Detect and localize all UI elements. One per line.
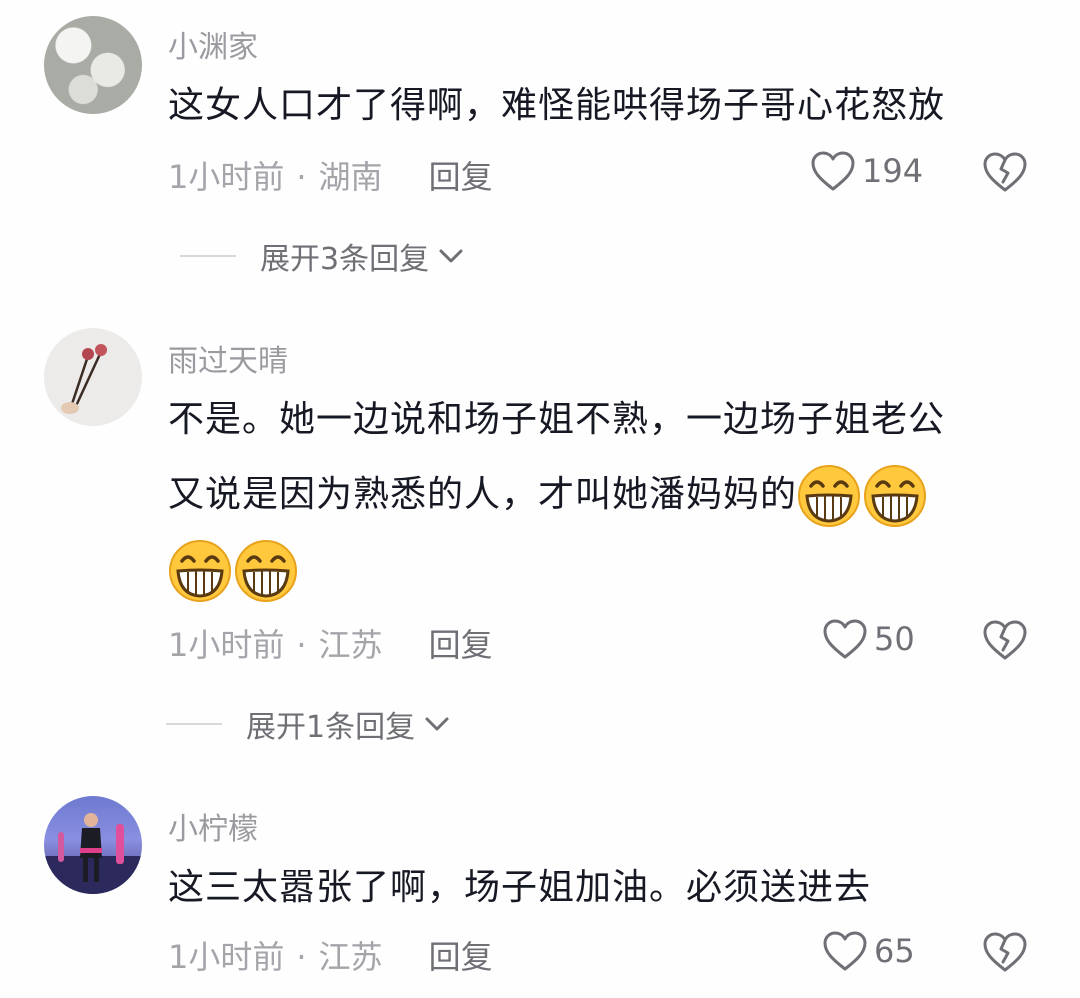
grinning-face-emoji — [235, 540, 297, 602]
heart-outline-icon — [811, 151, 855, 191]
like-count: 65 — [874, 932, 915, 970]
comment-item: 小柠檬 这三太嚣张了啊，场子姐加油。必须送进去 1小时前 · 江苏 回复 65 — [0, 770, 1080, 998]
meta-separator: · — [296, 626, 307, 664]
like-button[interactable]: 194 — [810, 150, 923, 192]
comment-text-line: 又说是因为熟悉的人，才叫她潘妈妈的 — [168, 457, 1048, 532]
avatar[interactable] — [44, 16, 142, 114]
like-count: 194 — [862, 152, 924, 190]
like-button[interactable]: 65 — [822, 930, 915, 972]
comment-text-fragment: 又说是因为熟悉的人，才叫她潘妈妈的 — [168, 474, 798, 515]
comment-meta: 1小时前 · 江苏 回复 — [168, 620, 493, 666]
comment-username[interactable]: 小柠檬 — [168, 804, 258, 848]
emoji-group — [863, 465, 929, 527]
emoji-group — [234, 540, 300, 602]
expand-divider — [180, 255, 236, 257]
dislike-button[interactable] — [982, 931, 1028, 977]
comment-time: 1小时前 — [168, 626, 285, 664]
dislike-button[interactable] — [982, 619, 1028, 665]
broken-heart-icon — [983, 620, 1027, 660]
avatar[interactable] — [44, 796, 142, 894]
comment-text-line — [168, 532, 1048, 607]
comment-time: 1小时前 — [168, 158, 285, 196]
dislike-button[interactable] — [982, 151, 1028, 197]
chevron-down-icon — [425, 717, 449, 731]
comment-text-line: 不是。她一边说和场子姐不熟，一边场子姐老公 — [168, 399, 946, 440]
grinning-face-emoji — [169, 540, 231, 602]
comment-location: 湖南 — [318, 158, 383, 196]
meta-separator: · — [296, 938, 307, 976]
reply-button[interactable]: 回复 — [429, 158, 493, 196]
chevron-down-icon — [439, 249, 463, 263]
expand-replies-button[interactable]: 展开3条回复 — [180, 234, 465, 278]
expand-replies-button[interactable]: 展开1条回复 — [166, 702, 451, 746]
comment-item: 雨过天晴 不是。她一边说和场子姐不熟，一边场子姐老公 又说是因为熟悉的人，才叫她… — [0, 300, 1080, 770]
avatar[interactable] — [44, 328, 142, 426]
heart-outline-icon — [823, 931, 867, 971]
avatar-image — [61, 344, 107, 414]
comment-text: 不是。她一边说和场子姐不熟，一边场子姐老公 又说是因为熟悉的人，才叫她潘妈妈的 — [168, 382, 1048, 607]
expand-divider — [166, 723, 222, 725]
expand-replies-label: 展开3条回复 — [260, 242, 430, 277]
comment-meta: 1小时前 · 江苏 回复 — [168, 932, 493, 978]
comment-text: 这女人口才了得啊，难怪能哄得场子哥心花怒放 — [168, 85, 946, 126]
grinning-face-emoji — [798, 465, 861, 527]
avatar-image — [44, 813, 142, 894]
comment-time: 1小时前 — [168, 938, 285, 976]
emoji-group — [168, 540, 234, 602]
comment-location: 江苏 — [318, 938, 383, 976]
like-button[interactable]: 50 — [822, 618, 915, 660]
comment-meta: 1小时前 · 湖南 回复 — [168, 152, 493, 198]
comment-username[interactable]: 小渊家 — [168, 22, 258, 66]
comment-item: 小渊家 这女人口才了得啊，难怪能哄得场子哥心花怒放 1小时前 · 湖南 回复 194 … — [0, 0, 1080, 300]
comment-location: 江苏 — [318, 626, 383, 664]
broken-heart-icon — [983, 152, 1027, 192]
comment-text: 这三太嚣张了啊，场子姐加油。必须送进去 — [168, 867, 872, 908]
broken-heart-icon — [983, 932, 1027, 972]
like-count: 50 — [874, 620, 915, 658]
meta-separator: · — [296, 158, 307, 196]
grinning-face-emoji — [864, 465, 927, 527]
expand-replies-label: 展开1条回复 — [246, 710, 416, 745]
heart-outline-icon — [823, 619, 867, 659]
comment-username[interactable]: 雨过天晴 — [168, 336, 288, 380]
reply-button[interactable]: 回复 — [429, 626, 493, 664]
emoji-group — [797, 465, 863, 527]
reply-button[interactable]: 回复 — [429, 938, 493, 976]
